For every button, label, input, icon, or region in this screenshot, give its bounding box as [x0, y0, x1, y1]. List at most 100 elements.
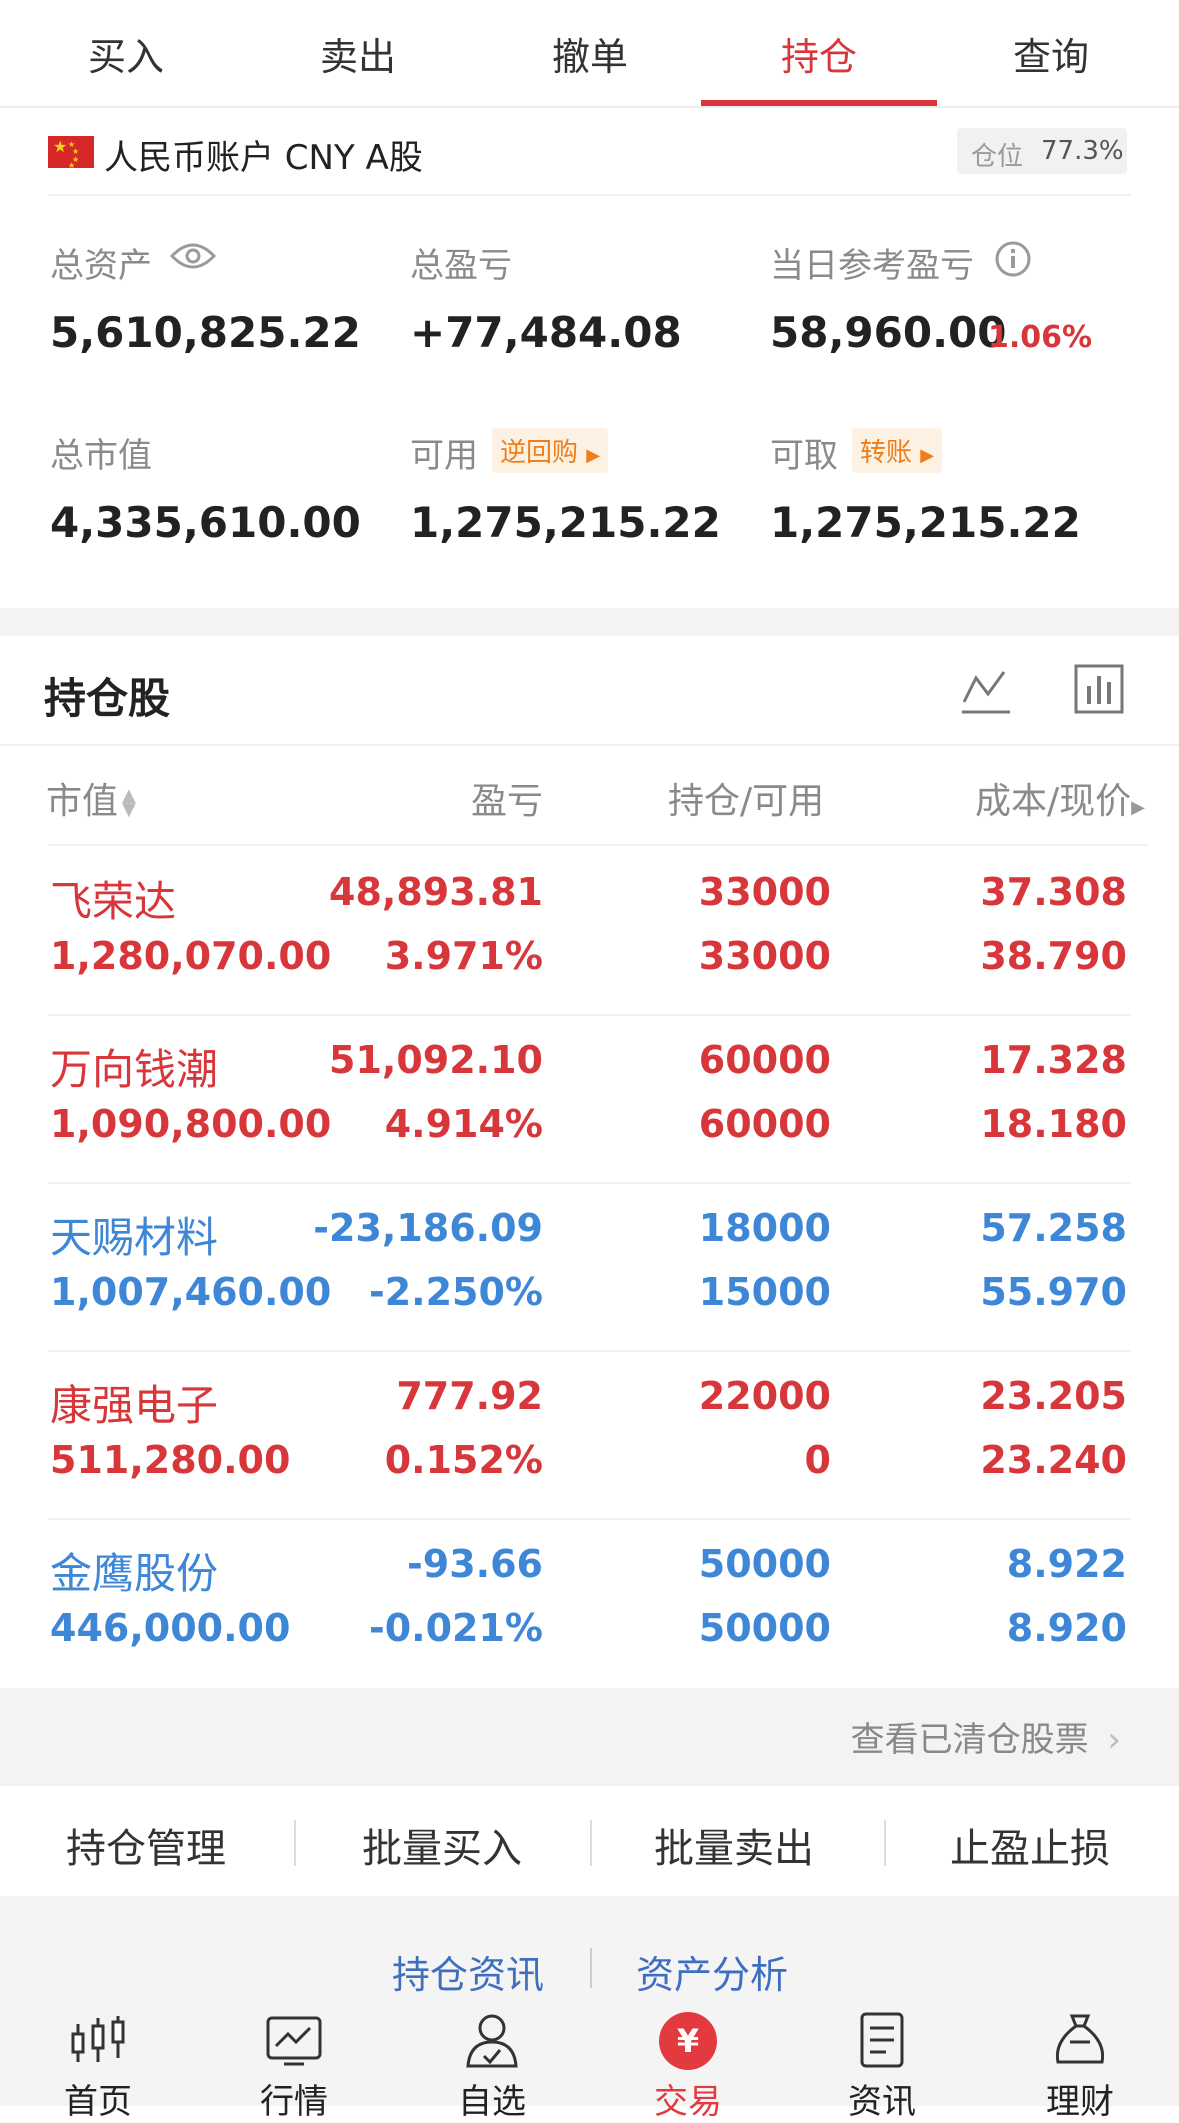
tab-query[interactable]: 查询: [933, 26, 1169, 86]
eye-icon[interactable]: [169, 240, 217, 276]
total-pl-value: +77,484.08: [410, 308, 682, 357]
stock-available: 50000: [698, 1606, 831, 1650]
take-profit-stop-loss-button[interactable]: 止盈止损: [950, 1816, 1110, 1874]
nav-market[interactable]: [214, 2012, 374, 2072]
stock-price: 18.180: [980, 1102, 1127, 1146]
position-value: 77.3%: [1041, 136, 1124, 166]
action-bar: 持仓管理 批量买入 批量卖出 止盈止损: [0, 1786, 1179, 1896]
total-pl-label: 总盈亏: [410, 246, 512, 286]
table-row[interactable]: 康强电子 511,280.00 777.92 0.152% 22000 0 23.205 23…: [0, 1352, 1179, 1520]
account-row[interactable]: ★ ★ ★ ★ ★ 人民币账户 CNY A股 仓位 77.3%: [0, 110, 1179, 194]
stock-name: 康强电子: [50, 1381, 219, 1430]
stock-position: 60000: [698, 1038, 831, 1082]
chevron-right-icon: ›: [1107, 1720, 1121, 1760]
candlestick-icon: [71, 2016, 125, 2062]
nav-home[interactable]: [18, 2012, 178, 2072]
nav-wealth-label: 理财: [1046, 2082, 1114, 2122]
tab-buy[interactable]: 买入: [8, 26, 244, 86]
holdings-news-link[interactable]: 持仓资讯: [392, 1944, 544, 1999]
tab-holdings[interactable]: 持仓: [701, 26, 937, 86]
sort-icon: ▲ ▼: [122, 785, 136, 820]
stock-name: 天赐材料: [50, 1213, 219, 1262]
available-label: 可用: [410, 436, 478, 476]
nav-trade-label: 交易: [654, 2082, 722, 2122]
china-flag-icon: ★ ★ ★ ★ ★: [48, 136, 94, 170]
yuan-icon: ¥: [659, 2012, 717, 2070]
tab-sell[interactable]: 卖出: [240, 26, 476, 86]
asset-analysis-link[interactable]: 资产分析: [636, 1944, 788, 1999]
cleared-stocks-link[interactable]: 查看已清仓股票 ›: [851, 1712, 1121, 1761]
stock-pl-percent: 0.152%: [384, 1438, 543, 1482]
transfer-tag[interactable]: 转账 ▶: [852, 428, 943, 473]
stock-cost: 23.205: [980, 1374, 1127, 1418]
nav-wealth[interactable]: [1000, 2012, 1160, 2072]
position-management-button[interactable]: 持仓管理: [66, 1816, 226, 1874]
header-cost[interactable]: 成本/现价▶: [975, 772, 1145, 824]
daily-pl-percent: 1.06%: [988, 320, 1093, 355]
stock-pl: -23,186.09: [313, 1206, 543, 1250]
stock-position: 33000: [698, 870, 831, 914]
caret-right-icon: ▶: [1131, 797, 1145, 818]
chart-icon: [266, 2016, 322, 2066]
daily-pl-label: 当日参考盈亏: [770, 246, 974, 286]
reverse-repo-tag[interactable]: 逆回购 ▶: [492, 428, 609, 473]
stock-price: 23.240: [980, 1438, 1127, 1482]
caret-right-icon: ▶: [586, 445, 601, 466]
caret-right-icon: ▶: [920, 445, 935, 466]
batch-buy-button[interactable]: 批量买入: [362, 1816, 522, 1874]
table-row[interactable]: 天赐材料 1,007,460.00 -23,186.09 -2.250% 18000 15…: [0, 1184, 1179, 1352]
nav-watchlist-label: 自选: [458, 2082, 526, 2122]
table-row[interactable]: 飞荣达 1,280,070.00 48,893.81 3.971% 33000 33000…: [0, 848, 1179, 1016]
header-market-value[interactable]: 市值 ▲ ▼: [46, 772, 136, 824]
nav-news[interactable]: [802, 2012, 962, 2072]
nav-trade[interactable]: ¥: [608, 2012, 768, 2070]
stock-position: 22000: [698, 1374, 831, 1418]
separator: [294, 1820, 296, 1866]
stock-pl-percent: 4.914%: [384, 1102, 543, 1146]
info-icon[interactable]: [994, 240, 1032, 282]
divider: [48, 844, 1148, 846]
trend-chart-icon[interactable]: [960, 664, 1012, 720]
stock-price: 38.790: [980, 934, 1127, 978]
reverse-repo-label: 逆回购: [500, 438, 579, 468]
stock-market-value: 446,000.00: [50, 1606, 291, 1650]
stock-cost: 37.308: [980, 870, 1127, 914]
stock-price: 55.970: [980, 1270, 1127, 1314]
table-row[interactable]: 金鹰股份 446,000.00 -93.66 -0.021% 50000 50000 8.9…: [0, 1520, 1179, 1688]
bar-chart-icon[interactable]: [1074, 664, 1124, 718]
stock-pl: 51,092.10: [329, 1038, 543, 1082]
stock-name: 飞荣达: [50, 877, 177, 926]
transfer-label: 转账: [860, 438, 913, 468]
stock-pl-percent: -0.021%: [368, 1606, 543, 1650]
separator: [590, 1948, 592, 1988]
divider: [48, 194, 1131, 196]
section-gap: [0, 608, 1179, 636]
active-tab-indicator: [701, 100, 937, 106]
batch-sell-button[interactable]: 批量卖出: [654, 1816, 814, 1874]
header-cost-label: 成本/现价: [975, 781, 1132, 822]
header-position: 持仓/可用: [668, 781, 825, 822]
nav-watchlist[interactable]: [412, 2012, 572, 2072]
table-row[interactable]: 万向钱潮 1,090,800.00 51,092.10 4.914% 60000 6000…: [0, 1016, 1179, 1184]
stock-available: 33000: [698, 934, 831, 978]
stock-available: 0: [804, 1438, 831, 1482]
nav-news-label: 资讯: [848, 2082, 916, 2122]
money-bag-icon: [1055, 2014, 1105, 2064]
stock-name: 万向钱潮: [50, 1045, 219, 1094]
stock-cost: 8.922: [1006, 1542, 1127, 1586]
stock-pl: 48,893.81: [329, 870, 543, 914]
stock-market-value: 1,090,800.00: [50, 1102, 332, 1146]
divider: [0, 744, 1179, 746]
nav-market-label: 行情: [260, 2082, 328, 2122]
stock-pl-percent: -2.250%: [368, 1270, 543, 1314]
holdings-title: 持仓股: [44, 674, 171, 723]
trade-tabs: 买入 卖出 撤单 持仓 查询: [0, 0, 1179, 108]
header-market-value-label: 市值: [46, 781, 119, 822]
stock-name: 金鹰股份: [50, 1549, 219, 1598]
tab-cancel[interactable]: 撤单: [472, 26, 708, 86]
withdrawable-label: 可取: [770, 436, 838, 476]
stock-available: 15000: [698, 1270, 831, 1314]
separator: [884, 1820, 886, 1866]
stock-pl: -93.66: [407, 1542, 543, 1586]
stock-position: 50000: [698, 1542, 831, 1586]
